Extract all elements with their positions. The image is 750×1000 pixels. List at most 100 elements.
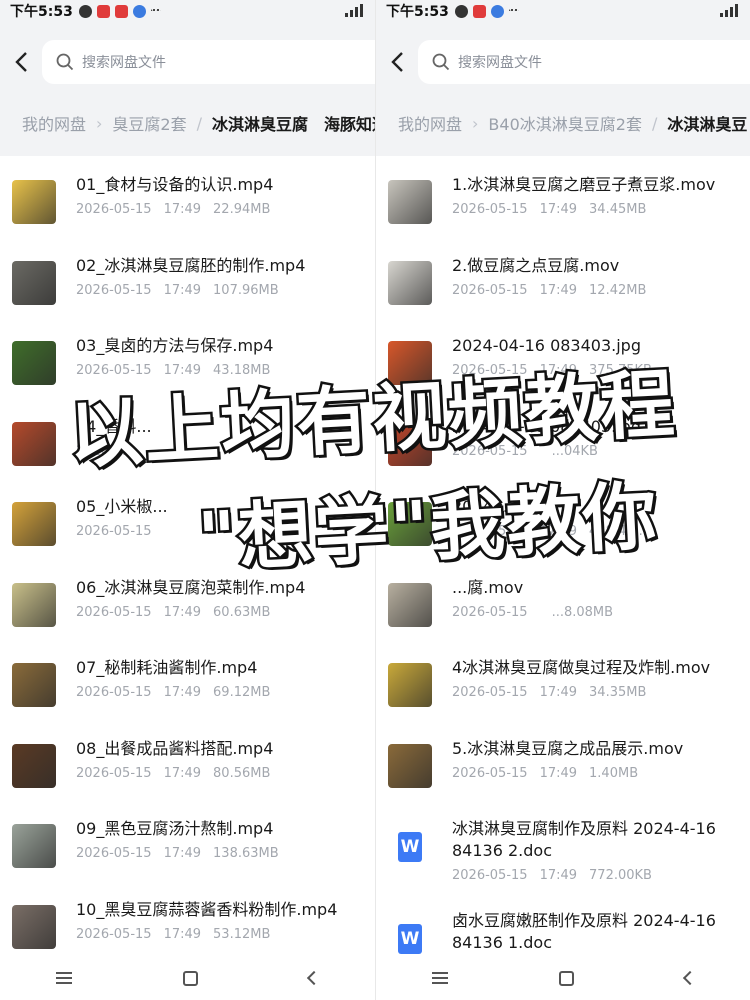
file-info: 07_秘制耗油酱制作.mp4 2026-05-15 17:49 69.12MB	[76, 657, 270, 700]
file-thumbnail	[12, 180, 56, 224]
menu-icon[interactable]	[431, 972, 448, 984]
file-meta: 2026-05-15 17:49 375.75KB	[452, 363, 652, 378]
file-info: 冰淇淋臭豆腐制作及原料 2024-4-16 84136 2.doc 2026-05…	[452, 818, 750, 883]
search-placeholder: 搜索网盘文件	[458, 55, 542, 71]
file-row[interactable]: 02_冰淇淋臭豆腐胚的制作.mp4 2026-05-15 17:49 107.96MB	[0, 237, 375, 318]
file-info: 01_食材与设备的认识.mp4 2026-05-15 17:49 22.94MB	[76, 174, 273, 217]
back-nav-icon[interactable]	[682, 970, 697, 986]
file-meta: 2026-05-15 17:49 69.12MB	[76, 685, 270, 700]
file-row[interactable]: 2024... 2026-05-15 17:49 448.42...	[376, 478, 750, 559]
file-size: 60.63MB	[213, 604, 271, 620]
file-row[interactable]: W 冰淇淋臭豆腐制作及原料 2024-4-16 84136 2.doc 2026-0…	[376, 800, 750, 892]
file-name: 08_出餐成品酱料搭配.mp4	[76, 738, 274, 758]
file-row[interactable]: 03_臭卤的方法与保存.mp4 2026-05-15 17:49 43.18MB	[0, 317, 375, 398]
breadcrumb-root[interactable]: 我的网盘	[22, 111, 86, 135]
menu-icon[interactable]	[55, 972, 72, 984]
file-name: 06_冰淇淋臭豆腐泡菜制作.mp4	[76, 577, 306, 597]
file-row[interactable]: 01_食材与设备的认识.mp4 2026-05-15 17:49 22.94MB	[0, 156, 375, 237]
file-size: 772.00KB	[589, 868, 652, 883]
file-name: 01_食材与设备的认识.mp4	[76, 175, 274, 194]
file-thumbnail	[12, 824, 56, 868]
file-name: 07_秘制耗油酱制作.mp4	[76, 658, 258, 677]
file-name: 04_香料...	[76, 416, 152, 436]
file-thumbnail	[388, 582, 432, 627]
breadcrumb-root[interactable]: 我的网盘	[398, 111, 462, 135]
file-time: 17:49	[163, 282, 202, 298]
file-meta: 2026-05-15 17:49 448.42...	[452, 524, 647, 539]
file-size: ...8.08MB	[551, 604, 614, 620]
file-info: 06_冰淇淋臭豆腐泡菜制作.mp4 2026-05-15 17:49 60.63MB	[76, 577, 305, 620]
search-input[interactable]: 搜索网盘文件	[418, 40, 750, 84]
status-bar: 下午5:53	[0, 0, 375, 22]
file-row[interactable]: 2024-04-16 083405.jpg 2026-05-15 ...04KB	[376, 398, 750, 479]
file-row[interactable]: 10_黑臭豆腐蒜蓉酱香料粉制作.mp4 2026-05-15 17:49 53.12M…	[0, 881, 375, 962]
file-thumbnail	[12, 502, 56, 546]
app-notification-icon	[472, 4, 486, 18]
app-notification-icon	[114, 4, 128, 18]
file-date: 2026-05-15	[76, 685, 152, 700]
more-notifications-icon	[508, 9, 519, 13]
file-name: 05_小米椒...	[76, 497, 168, 516]
home-icon[interactable]	[558, 970, 574, 986]
file-info: 2024-04-16 083405.jpg 2026-05-15 ...04KB	[452, 416, 641, 459]
file-size: ...04KB	[551, 443, 598, 459]
word-doc-icon: W	[398, 832, 422, 862]
system-nav-bar	[376, 956, 750, 1000]
file-row[interactable]: 09_黑色豆腐汤汁熬制.mp4 2026-05-15 17:49 138.63MB	[0, 800, 375, 881]
app-notification-icon	[132, 4, 146, 18]
home-icon[interactable]	[182, 970, 198, 986]
breadcrumb-mid[interactable]: 臭豆腐2套	[112, 111, 186, 135]
file-info: 1.冰淇淋臭豆腐之磨豆子煮豆浆.mov 2026-05-15 17:49 34.45M…	[452, 174, 715, 217]
search-input[interactable]: 搜索网盘文件	[42, 40, 375, 84]
file-name: 09_黑色豆腐汤汁熬制.mp4	[76, 819, 274, 838]
app-notification-icon	[96, 4, 110, 18]
file-date: 2026-05-15	[452, 282, 528, 298]
file-row[interactable]: 4冰淇淋臭豆腐做臭过程及炸制.mov 2026-05-15 17:49 34.35MB	[376, 639, 750, 720]
file-row[interactable]: 1.冰淇淋臭豆腐之磨豆子煮豆浆.mov 2026-05-15 17:49 34.45M…	[376, 156, 750, 237]
file-info: 2.做豆腐之点豆腐.mov 2026-05-15 17:49 12.42MB	[452, 255, 646, 298]
file-time: 17:49	[539, 524, 578, 539]
search-icon	[56, 53, 74, 71]
file-thumbnail	[12, 663, 56, 707]
file-name: 卤水豆腐嫩胚制作及原料 2024-4-16 84136 1.doc	[452, 911, 716, 952]
file-date: 2026-05-15	[452, 524, 528, 539]
breadcrumb-current: 冰淇淋臭豆	[667, 115, 748, 134]
file-row[interactable]: 04_香料... 2026-0...	[0, 398, 375, 479]
file-row[interactable]: 06_冰淇淋臭豆腐泡菜制作.mp4 2026-05-15 17:49 60.63MB	[0, 559, 375, 640]
file-size: 107.96MB	[213, 282, 279, 298]
file-size: 34.45MB	[589, 202, 647, 217]
file-row[interactable]: 5.冰淇淋臭豆腐之成品展示.mov 2026-05-15 17:49 1.40MB	[376, 720, 750, 801]
file-time: 17:49	[163, 765, 202, 781]
file-thumbnail	[12, 904, 56, 949]
file-size: 69.12MB	[213, 685, 271, 700]
file-info: 10_黑臭豆腐蒜蓉酱香料粉制作.mp4 2026-05-15 17:49 53.12M…	[76, 899, 337, 942]
file-row[interactable]: ...腐.mov 2026-05-15 ...8.08MB	[376, 559, 750, 640]
file-meta: 2026-05-15 ...8.08MB	[452, 605, 613, 620]
breadcrumb-mid[interactable]: B40冰淇淋臭豆腐2套	[488, 111, 642, 135]
file-row[interactable]: 2.做豆腐之点豆腐.mov 2026-05-15 17:49 12.42MB	[376, 237, 750, 318]
back-button[interactable]	[10, 51, 32, 73]
file-size: 43.18MB	[213, 363, 271, 378]
file-meta: 2026-05-15	[76, 524, 176, 539]
file-row[interactable]: 08_出餐成品酱料搭配.mp4 2026-05-15 17:49 80.56MB	[0, 720, 375, 801]
right-phone-screen: 下午5:53 搜索网盘文件 我的网盘 › B40冰淇淋臭豆腐2套 / 冰淇淋臭豆…	[375, 0, 750, 1000]
file-date: 2026-05-15	[452, 604, 528, 620]
file-time: 17:49	[163, 604, 202, 620]
file-row[interactable]: 07_秘制耗油酱制作.mp4 2026-05-15 17:49 69.12MB	[0, 639, 375, 720]
back-button[interactable]	[386, 51, 408, 73]
file-name: 2.做豆腐之点豆腐.mov	[452, 255, 620, 275]
signal-icon	[720, 3, 740, 17]
file-info: 2024... 2026-05-15 17:49 448.42...	[452, 496, 647, 539]
file-row[interactable]: 05_小米椒... 2026-05-15	[0, 478, 375, 559]
file-time: 17:49	[539, 868, 578, 883]
file-date: 2026-05-15	[76, 604, 152, 620]
file-info: 5.冰淇淋臭豆腐之成品展示.mov 2026-05-15 17:49 1.40MB	[452, 738, 683, 781]
file-size: 22.94MB	[213, 202, 271, 217]
left-phone-screen: 下午5:53 搜索网盘文件 我的网盘 › 臭豆腐2套 / 冰淇淋臭豆腐 海豚知道…	[0, 0, 375, 1000]
file-time: 17:49	[163, 202, 202, 217]
search-icon	[432, 53, 450, 71]
file-date: 2026-05-15	[452, 685, 528, 700]
back-nav-icon[interactable]	[307, 970, 322, 986]
file-meta: 2026-05-15 17:49 1.40MB	[452, 766, 683, 781]
file-row[interactable]: 2024-04-16 083403.jpg 2026-05-15 17:49 375.…	[376, 317, 750, 398]
